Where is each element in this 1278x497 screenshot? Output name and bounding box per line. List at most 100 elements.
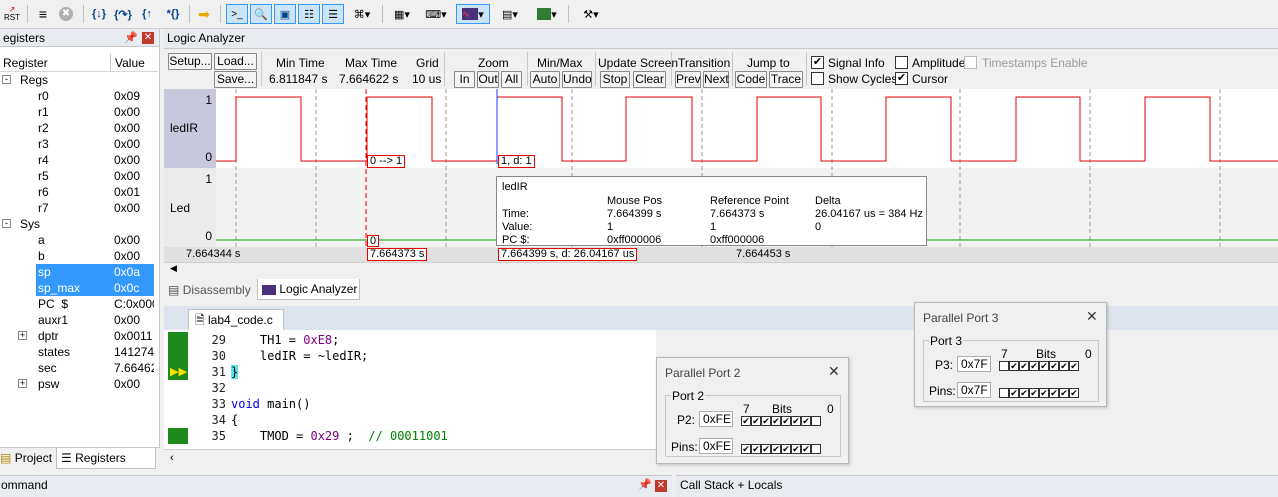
register-row[interactable]: sec 7.66462 [0, 360, 158, 376]
editor-hscroll[interactable]: ‹ [164, 449, 656, 467]
register-value[interactable]: 0x01 [114, 184, 154, 200]
register-row[interactable]: auxr1 0x00 [0, 312, 158, 328]
col-value[interactable]: Value [115, 56, 145, 70]
call-stack-window-button[interactable]: ☰ [322, 4, 344, 24]
bit-checkbox[interactable]: ✔ [751, 415, 761, 426]
register-row[interactable]: - Regs [0, 72, 158, 88]
register-value[interactable]: 0x00 [114, 232, 154, 248]
bit-checkbox[interactable]: ✔ [751, 443, 761, 454]
setup-button[interactable]: Setup... [168, 53, 212, 70]
code-editor[interactable]: ▶▶ 29 TH1 = 0xE8; 30 ledIR = ~ledIR; 31} 32… [164, 330, 656, 449]
register-value[interactable]: 0x00 [114, 200, 154, 216]
bit-checkbox[interactable]: ✔ [1039, 387, 1049, 398]
tab-project[interactable]: ▤ Project [0, 448, 54, 468]
register-row[interactable]: r4 0x00 [0, 152, 158, 168]
expand-icon[interactable]: + [18, 379, 27, 388]
register-row[interactable]: r1 0x00 [0, 104, 158, 120]
update-clear-button[interactable]: Clear [633, 71, 666, 88]
signal-name-Led[interactable]: 1 Led 0 [164, 168, 216, 247]
register-row[interactable]: r0 0x09 [0, 88, 158, 104]
register-row[interactable]: PC $ C:0x000 [0, 296, 158, 312]
show-next-statement-button[interactable]: ➡ [194, 4, 214, 24]
next-transition-button[interactable]: Next [703, 71, 729, 88]
register-value[interactable]: 0x00 [114, 136, 154, 152]
bit-checkbox[interactable]: ✔ [1059, 387, 1069, 398]
collapse-icon[interactable]: - [2, 75, 11, 84]
bit-checkbox[interactable]: ✔ [771, 443, 781, 454]
code-line[interactable]: void main() [231, 396, 310, 412]
run-button[interactable]: ≡ [33, 4, 53, 24]
la-scrollbar[interactable]: ◀ [164, 262, 1278, 276]
trace-window-dropdown[interactable]: ▤▾ [494, 4, 526, 24]
file-tab[interactable]: 🗎 lab4_code.c [188, 309, 284, 330]
toolbox-dropdown[interactable]: ⚒▾ [574, 4, 608, 24]
bit-checkbox[interactable]: ✔ [1059, 360, 1069, 371]
pp2-p2-field[interactable]: 0xFE [699, 411, 733, 427]
register-value[interactable]: 7.66462 [114, 360, 154, 376]
signal-info-checkbox[interactable]: ✔ [811, 56, 824, 69]
bit-checkbox[interactable]: ✔ [771, 415, 781, 426]
bit-checkbox[interactable]: ✔ [1009, 387, 1019, 398]
step-out-button[interactable]: {↑ [137, 4, 157, 24]
register-row[interactable]: r6 0x01 [0, 184, 158, 200]
bit-checkbox[interactable]: ✔ [761, 443, 771, 454]
bit-checkbox[interactable] [811, 443, 821, 454]
register-row[interactable]: sp 0x0a [0, 264, 158, 280]
close-icon[interactable]: ✕ [142, 32, 154, 44]
bit-checkbox[interactable]: ✔ [781, 415, 791, 426]
zoom-in-button[interactable]: In [454, 71, 475, 88]
register-value[interactable]: 0x00 [114, 248, 154, 264]
bit-checkbox[interactable]: ✔ [1069, 360, 1079, 371]
jump-trace-button[interactable]: Trace [769, 71, 803, 88]
register-row[interactable]: - Sys [0, 216, 158, 232]
bit-checkbox[interactable]: ✔ [1039, 360, 1049, 371]
bit-checkbox[interactable]: ✔ [1069, 387, 1079, 398]
expand-icon[interactable]: + [18, 331, 27, 340]
register-value[interactable]: 0x00 [114, 376, 154, 392]
tab-disassembly[interactable]: ▤ Disassembly [168, 281, 251, 299]
col-register[interactable]: Register [3, 56, 48, 70]
tab-logic-analyzer[interactable]: Logic Analyzer [257, 279, 360, 300]
registers-window-button[interactable]: ☷ [298, 4, 320, 24]
register-value[interactable]: 1412743 [114, 344, 154, 360]
command-close-icon[interactable]: ✕ [655, 480, 667, 492]
load-button[interactable]: Load... [214, 53, 257, 70]
register-row[interactable]: b 0x00 [0, 248, 158, 264]
save-button[interactable]: Save... [214, 71, 257, 88]
scroll-left-icon[interactable]: ◀ [170, 263, 177, 274]
code-line[interactable]: TMOD = 0x29 ; // 00011001 [231, 428, 448, 444]
register-row[interactable]: states 1412743 [0, 344, 158, 360]
run-to-cursor-button[interactable]: *{} [161, 4, 185, 24]
jump-code-button[interactable]: Code [735, 71, 767, 88]
bit-checkbox[interactable] [811, 415, 821, 426]
amplitude-checkbox[interactable] [895, 56, 908, 69]
bit-checkbox[interactable]: ✔ [1049, 360, 1059, 371]
bit-checkbox[interactable]: ✔ [1019, 360, 1029, 371]
memory-window-dropdown[interactable]: ▦▾ [386, 4, 418, 24]
bit-checkbox[interactable]: ✔ [791, 415, 801, 426]
register-row[interactable]: r3 0x00 [0, 136, 158, 152]
system-viewer-dropdown[interactable]: ▾ [530, 4, 564, 24]
bit-checkbox[interactable] [999, 360, 1009, 371]
bit-checkbox[interactable]: ✔ [741, 443, 751, 454]
reset-button[interactable]: ↗ RST [2, 4, 22, 24]
stop-button[interactable]: ✖ [56, 4, 76, 24]
bit-checkbox[interactable]: ✔ [1029, 387, 1039, 398]
undo-button[interactable]: Undo [562, 71, 592, 88]
bit-checkbox[interactable]: ✔ [801, 415, 811, 426]
command-pin-icon[interactable]: 📌 [638, 478, 652, 491]
register-value[interactable]: 0x00 [114, 152, 154, 168]
register-value[interactable]: 0x0a [114, 264, 154, 280]
register-value[interactable]: 0x0011 [114, 328, 154, 344]
scroll-left-arrow-icon[interactable]: ‹ [170, 452, 174, 464]
disassembly-window-button[interactable]: 🔍 [250, 4, 272, 24]
bit-checkbox[interactable]: ✔ [1029, 360, 1039, 371]
cursor-checkbox[interactable]: ✔ [895, 72, 908, 85]
register-row[interactable]: r2 0x00 [0, 120, 158, 136]
pp2-pins-field[interactable]: 0xFE [699, 438, 733, 454]
serial-window-dropdown[interactable]: ⌨▾ [420, 4, 452, 24]
register-row[interactable]: + dptr 0x0011 [0, 328, 158, 344]
bit-checkbox[interactable]: ✔ [781, 443, 791, 454]
register-row[interactable]: a 0x00 [0, 232, 158, 248]
pp3-pins-field[interactable]: 0x7F [957, 382, 991, 398]
